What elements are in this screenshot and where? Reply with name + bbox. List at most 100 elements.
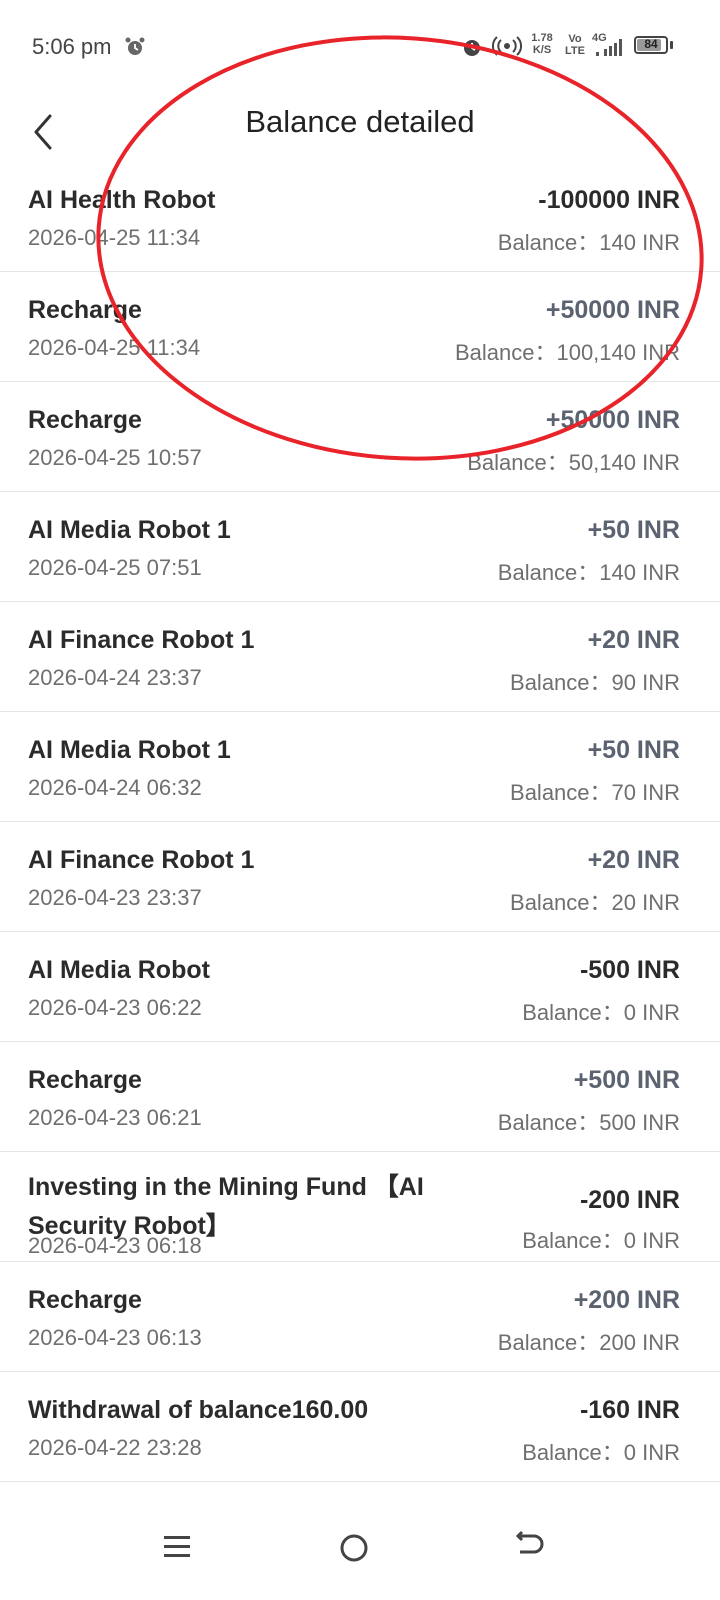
- status-time: 5:06 pm: [32, 34, 112, 59]
- transaction-balance: Balance：0 INR: [522, 1000, 680, 1025]
- alarm-icon: [125, 37, 145, 55]
- transaction-info: Recharge 2026-04-23 06:13: [28, 1262, 458, 1371]
- transaction-date: 2026-04-24 06:32: [28, 775, 202, 800]
- battery-level: 84: [644, 37, 658, 51]
- volte-top: Vo: [568, 33, 582, 45]
- transaction-amounts: -200 INR Balance：0 INR: [420, 1152, 680, 1261]
- transaction-balance: Balance：200 INR: [497, 1330, 680, 1355]
- transaction-amount: -160 INR: [579, 1396, 680, 1424]
- transaction-balance: Balance：140 INR: [497, 560, 680, 585]
- transaction-balance: Balance：70 INR: [510, 780, 680, 805]
- transaction-date: 2026-04-23 06:21: [28, 1105, 202, 1130]
- transaction-row[interactable]: AI Finance Robot 1 2026-04-23 23:37 +20 IN…: [0, 822, 720, 932]
- transaction-row[interactable]: Recharge 2026-04-23 06:21 +500 INR Balance：…: [0, 1042, 720, 1152]
- transaction-info: AI Finance Robot 1 2026-04-23 23:37: [28, 822, 458, 931]
- transaction-amount: +50 INR: [587, 736, 680, 764]
- transaction-balance: Balance：20 INR: [510, 890, 680, 915]
- page-title: Balance detailed: [245, 104, 475, 139]
- network-speed-unit: K/S: [532, 44, 552, 56]
- transaction-amount: +50000 INR: [545, 296, 680, 324]
- transaction-title: Recharge: [28, 296, 142, 324]
- hotspot-icon: [492, 36, 522, 56]
- nav-back-button[interactable]: [500, 1510, 560, 1570]
- transaction-balance: Balance：140 INR: [497, 230, 680, 255]
- transaction-title: Withdrawal of balance160.00: [28, 1396, 369, 1424]
- transaction-amount: +50000 INR: [545, 406, 680, 434]
- transaction-row[interactable]: Recharge 2026-04-25 11:34 +50000 INR Balanc…: [0, 272, 720, 382]
- transaction-info: AI Finance Robot 1 2026-04-24 23:37: [28, 602, 458, 711]
- transaction-date: 2026-04-24 23:37: [28, 665, 202, 690]
- transaction-amounts: -100000 INR Balance：140 INR: [420, 162, 680, 271]
- transaction-amounts: +50000 INR Balance：50,140 INR: [420, 382, 680, 491]
- transaction-title: AI Finance Robot 1: [28, 626, 255, 654]
- transaction-balance: Balance：0 INR: [522, 1440, 680, 1465]
- transaction-row[interactable]: Investing in the Mining Fund 【AI Securit…: [0, 1152, 720, 1262]
- transaction-info: AI Media Robot 1 2026-04-24 06:32: [28, 712, 458, 821]
- battery-icon: 84: [634, 36, 668, 54]
- transaction-amount: +500 INR: [573, 1066, 680, 1094]
- transaction-balance: Balance：50,140 INR: [467, 450, 680, 475]
- transaction-row[interactable]: AI Health Robot 2026-04-25 11:34 -100000 I…: [0, 162, 720, 272]
- status-bar: 5:06 pm 1.78 K/S Vo LTE 4G 84: [0, 0, 720, 92]
- transaction-amount: -500 INR: [579, 956, 680, 984]
- transaction-amount: -100000 INR: [538, 186, 680, 214]
- transaction-row[interactable]: Recharge 2026-04-25 10:57 +50000 INR Balanc…: [0, 382, 720, 492]
- transaction-info: Withdrawal of balance160.00 2026-04-22 23…: [28, 1372, 458, 1481]
- transaction-info: Investing in the Mining Fund 【AI Securit…: [28, 1152, 458, 1261]
- transaction-amount: -200 INR: [579, 1186, 680, 1214]
- transaction-title: AI Media Robot 1: [28, 516, 231, 544]
- transaction-list[interactable]: AI Health Robot 2026-04-25 11:34 -100000 I…: [0, 162, 720, 1482]
- transaction-title: AI Finance Robot 1: [28, 846, 255, 874]
- transaction-amount: +20 INR: [587, 846, 680, 874]
- home-icon: [340, 1534, 368, 1562]
- transaction-amount: +20 INR: [587, 626, 680, 654]
- transaction-info: AI Media Robot 2026-04-23 06:22: [28, 932, 458, 1041]
- transaction-amounts: +50000 INR Balance：100,140 INR: [420, 272, 680, 381]
- transaction-balance: Balance：100,140 INR: [454, 340, 680, 365]
- transaction-date: 2026-04-23 06:13: [28, 1325, 202, 1350]
- transaction-balance: Balance：0 INR: [522, 1228, 680, 1253]
- status-alarm-icon: [464, 40, 480, 56]
- transaction-date: 2026-04-25 10:57: [28, 445, 202, 470]
- transaction-amounts: +500 INR Balance：500 INR: [420, 1042, 680, 1151]
- navigation-bar: [0, 1490, 720, 1600]
- transaction-balance: Balance：90 INR: [510, 670, 680, 695]
- transaction-title: Recharge: [28, 406, 142, 434]
- transaction-info: Recharge 2026-04-25 11:34: [28, 272, 458, 381]
- transaction-amounts: +20 INR Balance：20 INR: [420, 822, 680, 931]
- transaction-amounts: -160 INR Balance：0 INR: [420, 1372, 680, 1481]
- transaction-amounts: +20 INR Balance：90 INR: [420, 602, 680, 711]
- network-speed-value: 1.78: [531, 32, 553, 44]
- transaction-row[interactable]: AI Media Robot 1 2026-04-24 06:32 +50 INR B…: [0, 712, 720, 822]
- transaction-date: 2026-04-25 11:34: [28, 335, 201, 360]
- transaction-amounts: +50 INR Balance：140 INR: [420, 492, 680, 601]
- transaction-title: AI Media Robot 1: [28, 736, 231, 764]
- transaction-row[interactable]: Recharge 2026-04-23 06:13 +200 INR Balance：…: [0, 1262, 720, 1372]
- transaction-row[interactable]: AI Finance Robot 1 2026-04-24 23:37 +20 IN…: [0, 602, 720, 712]
- transaction-amount: +50 INR: [587, 516, 680, 544]
- transaction-info: Recharge 2026-04-23 06:21: [28, 1042, 458, 1151]
- transaction-date: 2026-04-23 23:37: [28, 885, 202, 910]
- transaction-info: Recharge 2026-04-25 10:57: [28, 382, 458, 491]
- recents-button[interactable]: [146, 1510, 206, 1570]
- transaction-amounts: +200 INR Balance：200 INR: [420, 1262, 680, 1371]
- transaction-amounts: +50 INR Balance：70 INR: [420, 712, 680, 821]
- transaction-amount: +200 INR: [573, 1286, 680, 1314]
- volte-bottom: LTE: [565, 45, 585, 57]
- transaction-date: 2026-04-23 06:18: [28, 1233, 202, 1258]
- transaction-title: Recharge: [28, 1286, 142, 1314]
- menu-icon: [164, 1536, 190, 1557]
- back-icon: [515, 1530, 544, 1554]
- transaction-date: 2026-04-25 11:34: [28, 225, 201, 250]
- transaction-title: AI Media Robot: [28, 956, 210, 984]
- transaction-date: 2026-04-22 23:28: [28, 1435, 202, 1460]
- transaction-row[interactable]: AI Media Robot 1 2026-04-25 07:51 +50 INR B…: [0, 492, 720, 602]
- transaction-row[interactable]: Withdrawal of balance160.00 2026-04-22 23…: [0, 1372, 720, 1482]
- transaction-title: Recharge: [28, 1066, 142, 1094]
- transaction-row[interactable]: AI Media Robot 2026-04-23 06:22 -500 INR Ba…: [0, 932, 720, 1042]
- transaction-date: 2026-04-25 07:51: [28, 555, 202, 580]
- header: Balance detailed: [0, 92, 720, 162]
- transaction-date: 2026-04-23 06:22: [28, 995, 202, 1020]
- transaction-amounts: -500 INR Balance：0 INR: [420, 932, 680, 1041]
- home-button[interactable]: [324, 1510, 384, 1570]
